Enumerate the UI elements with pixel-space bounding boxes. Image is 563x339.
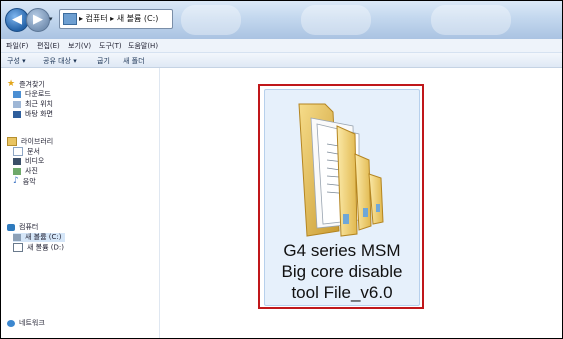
desktop-icon: [13, 110, 21, 118]
folder-name-line: Big core disable: [281, 262, 403, 281]
nav-label: 새 볼륨 (D:): [27, 243, 64, 252]
nav-label: 음악: [22, 177, 36, 186]
nav-item-recent[interactable]: 최근 위치: [13, 100, 53, 109]
nav-label: 문서: [27, 147, 40, 156]
explorer-window: ◀ ▶ ▾ ▸ 컴퓨터 ▸ 새 볼륨 (C:) 파일(F) 편집(E) 보기(V…: [0, 0, 563, 339]
address-bar-area: ◀ ▶ ▾ ▸ 컴퓨터 ▸ 새 볼륨 (C:): [1, 1, 562, 39]
nav-label: 네트워크: [19, 319, 45, 327]
menu-bar: 파일(F) 편집(E) 보기(V) 도구(T) 도움말(H): [1, 39, 562, 53]
video-icon: [13, 157, 21, 165]
nav-label: 새 볼륨 (C:): [25, 233, 62, 241]
downloads-icon: [13, 90, 21, 98]
share-with-button[interactable]: 공유 대상 ▾: [43, 56, 77, 66]
nav-item-music[interactable]: ♪ 음악: [13, 177, 36, 187]
forward-button[interactable]: ▶: [26, 8, 50, 32]
titlebar-glow: [431, 5, 511, 35]
nav-label: 최근 위치: [25, 100, 53, 108]
nav-item-volume-d[interactable]: 새 볼륨 (D:): [13, 243, 64, 253]
nav-item-videos[interactable]: 비디오: [13, 157, 44, 166]
titlebar-glow: [181, 5, 241, 35]
nav-favorites[interactable]: ★ 즐겨찾기: [7, 80, 45, 90]
command-bar: 구성 ▾ 공유 대상 ▾ 굽기 새 폴더: [1, 53, 562, 68]
computer-icon: [63, 13, 77, 25]
folder-icon: [298, 103, 384, 237]
nav-label: 즐겨찾기: [19, 80, 45, 89]
highlight-frame: G4 series MSM Big core disable tool File…: [258, 84, 424, 309]
menu-tools[interactable]: 도구(T): [99, 41, 122, 51]
address-field[interactable]: ▸ 컴퓨터 ▸ 새 볼륨 (C:): [59, 9, 173, 29]
address-path: ▸ 컴퓨터 ▸ 새 볼륨 (C:): [79, 14, 159, 23]
menu-edit[interactable]: 편집(E): [37, 41, 60, 51]
drive-icon: [13, 233, 21, 241]
new-folder-button[interactable]: 새 폴더: [123, 56, 145, 66]
nav-label: 사진: [25, 167, 38, 175]
folder-name-line: G4 series MSM: [283, 241, 401, 260]
menu-view[interactable]: 보기(V): [68, 41, 91, 51]
documents-icon: [13, 147, 23, 156]
burn-button[interactable]: 굽기: [97, 56, 110, 66]
computer-icon: [7, 223, 15, 231]
nav-label: 라이브러리: [21, 137, 54, 146]
nav-item-volume-c[interactable]: 새 볼륨 (C:): [13, 233, 66, 242]
file-list: G4 series MSM Big core disable tool File…: [160, 68, 562, 338]
recent-places-icon: [13, 100, 21, 108]
folder-name: G4 series MSM Big core disable tool File…: [265, 240, 419, 303]
nav-network[interactable]: 네트워크: [7, 319, 45, 328]
folder-item[interactable]: G4 series MSM Big core disable tool File…: [264, 89, 420, 306]
nav-item-documents[interactable]: 문서: [13, 147, 40, 157]
nav-label: 비디오: [25, 157, 45, 165]
nav-computer[interactable]: 컴퓨터: [7, 223, 38, 232]
nav-label: 컴퓨터: [19, 223, 39, 231]
menu-help[interactable]: 도움말(H): [128, 41, 158, 51]
star-icon: ★: [7, 79, 16, 89]
nav-item-desktop[interactable]: 바탕 화면: [13, 110, 53, 119]
nav-item-downloads[interactable]: 다운로드: [13, 90, 51, 99]
pictures-icon: [13, 167, 21, 175]
nav-libraries[interactable]: 라이브러리: [7, 137, 53, 147]
library-icon: [7, 137, 17, 146]
nav-label: 바탕 화면: [25, 110, 53, 118]
network-icon: [7, 319, 15, 327]
nav-label: 다운로드: [25, 90, 51, 98]
titlebar-glow: [301, 5, 371, 35]
organize-button[interactable]: 구성 ▾: [7, 56, 26, 66]
folder-name-line: tool File_v6.0: [291, 283, 393, 302]
navigation-pane: ★ 즐겨찾기 다운로드 최근 위치 바탕 화면 라이브러리 문서 비디오 사진 ♪…: [1, 68, 160, 338]
drive-icon: [13, 243, 23, 252]
music-icon: ♪: [13, 176, 19, 186]
nav-item-pictures[interactable]: 사진: [13, 167, 38, 176]
menu-file[interactable]: 파일(F): [6, 41, 28, 51]
history-dropdown-icon[interactable]: ▾: [49, 15, 53, 23]
